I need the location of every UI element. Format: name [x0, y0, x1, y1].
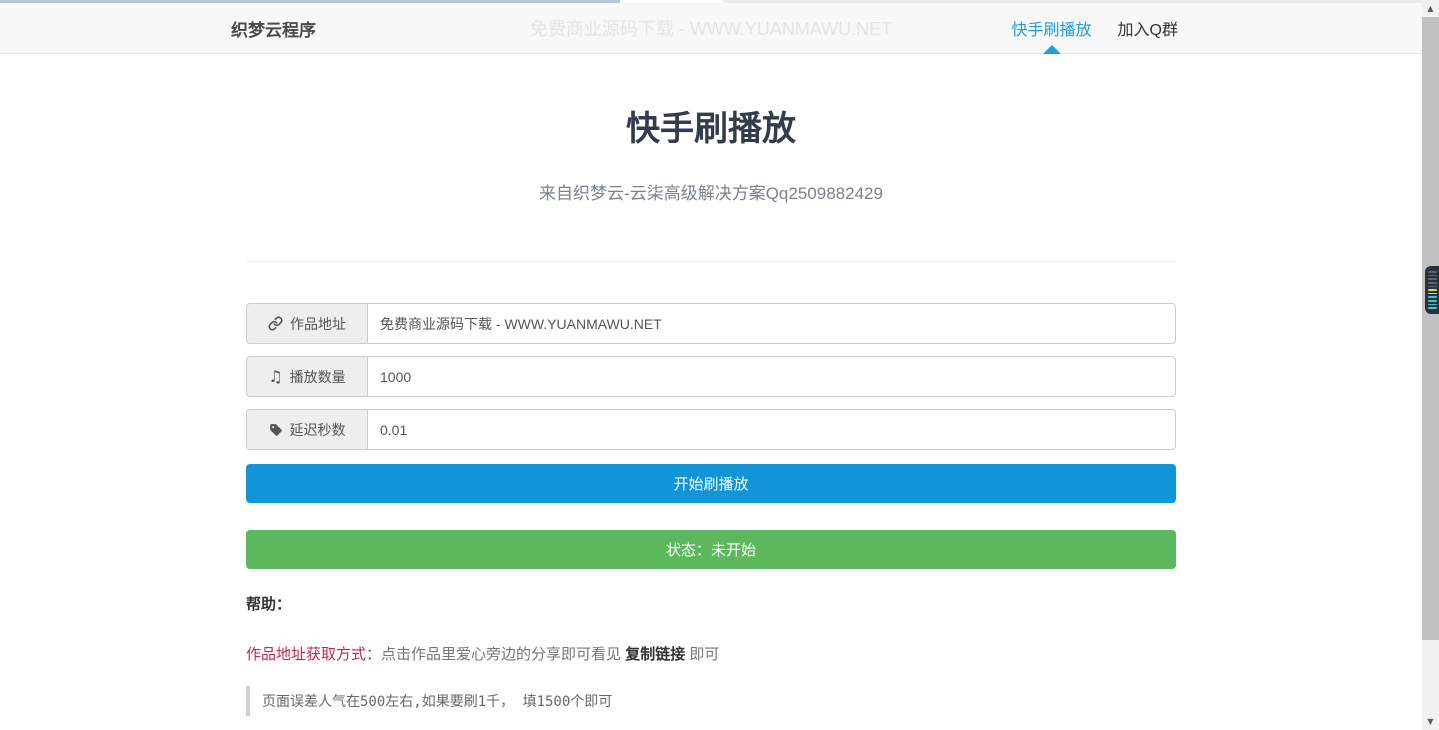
nav-item-kuaishou[interactable]: 快手刷播放 — [999, 3, 1105, 53]
field-label-delay-seconds: 延迟秒数 — [246, 409, 367, 450]
nav-menu: 快手刷播放 加入Q群 — [999, 3, 1191, 53]
page-subtitle: 来自织梦云-云柒高级解决方案Qq2509882429 — [246, 179, 1176, 204]
page-title: 快手刷播放 — [246, 111, 1176, 148]
field-label-text: 延迟秒数 — [290, 420, 346, 440]
help-strong: 复制链接 — [625, 646, 685, 663]
nav-item-join-qq-group[interactable]: 加入Q群 — [1105, 3, 1191, 53]
brand-link[interactable]: 织梦云程序 — [231, 16, 316, 41]
active-tab-caret-icon — [1043, 45, 1061, 54]
field-label-play-count: ♫ 播放数量 — [246, 356, 367, 397]
page-header: 快手刷播放 来自织梦云-云柒高级解决方案Qq2509882429 — [246, 54, 1176, 204]
help-separator: ： — [366, 646, 381, 663]
delay-seconds-input[interactable] — [367, 409, 1176, 450]
field-row-play-count: ♫ 播放数量 — [246, 356, 1176, 397]
form: 作品地址 ♫ 播放数量 — [246, 303, 1176, 716]
field-label-work-url: 作品地址 — [246, 303, 367, 344]
status-text: 状态：未开始 — [666, 539, 756, 560]
work-url-input[interactable] — [367, 303, 1176, 344]
browser-extension-handle[interactable] — [1425, 266, 1439, 314]
help-highlight: 作品地址获取方式 — [246, 646, 366, 663]
help-heading: 帮助： — [246, 593, 1176, 614]
help-suffix: 即可 — [685, 646, 719, 663]
field-label-text: 作品地址 — [290, 314, 346, 334]
tag-icon — [269, 423, 283, 437]
field-label-text: 播放数量 — [290, 367, 346, 387]
status-bar: 状态：未开始 — [246, 530, 1176, 569]
main-content: 快手刷播放 来自织梦云-云柒高级解决方案Qq2509882429 作品地址 — [0, 54, 1422, 716]
scrollbar-down-arrow-icon[interactable]: ▼ — [1422, 713, 1439, 730]
navbar-watermark: 免费商业源码下载 - WWW.YUANMAWU.NET — [530, 15, 892, 41]
navbar: 织梦云程序 免费商业源码下载 - WWW.YUANMAWU.NET 快手刷播放 … — [0, 3, 1422, 54]
link-icon — [268, 316, 283, 331]
help-note-blockquote: 页面误差人气在500左右,如果要刷1千， 填1500个即可 — [246, 686, 1176, 716]
nav-item-label: 快手刷播放 — [1012, 16, 1092, 40]
help-text: 点击作品里爱心旁边的分享即可看见 — [381, 646, 625, 663]
music-icon: ♫ — [268, 369, 282, 385]
nav-item-label: 加入Q群 — [1118, 16, 1178, 40]
divider — [246, 261, 1176, 262]
play-count-input[interactable] — [367, 356, 1176, 397]
scrollbar-up-arrow-icon[interactable]: ▲ — [1422, 0, 1439, 17]
field-row-delay-seconds: 延迟秒数 — [246, 409, 1176, 450]
vertical-scrollbar[interactable]: ▲ ▼ — [1422, 0, 1439, 730]
help-line: 作品地址获取方式：点击作品里爱心旁边的分享即可看见 复制链接 即可 — [246, 643, 1176, 664]
scrollbar-thumb[interactable] — [1422, 17, 1439, 640]
field-row-work-url: 作品地址 — [246, 303, 1176, 344]
start-playback-button[interactable]: 开始刷播放 — [246, 464, 1176, 503]
